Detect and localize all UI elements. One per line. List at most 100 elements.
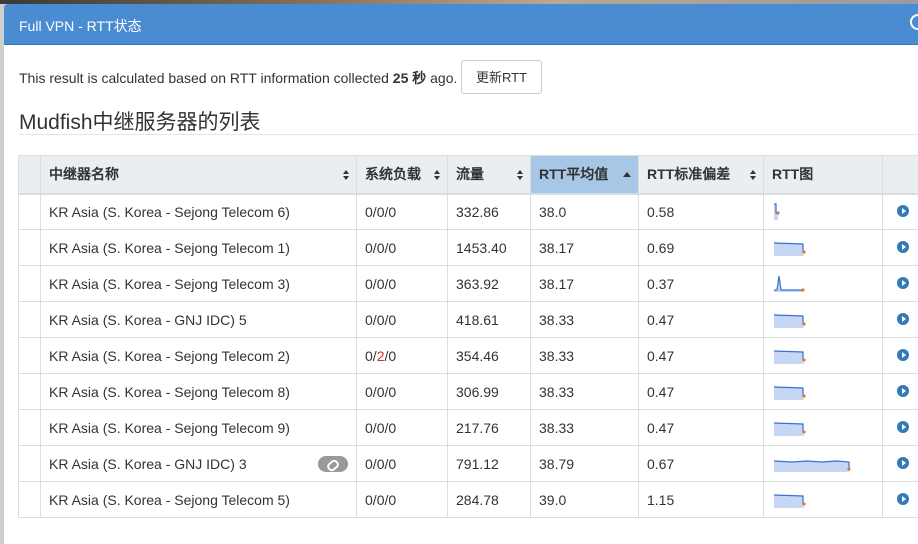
traffic-cell: 791.12 [448,446,531,482]
close-icon[interactable] [910,14,918,30]
load-1: 0 [365,276,373,292]
header-rtt-graph-label: RTT图 [772,166,813,182]
traffic-cell: 284.78 [448,482,531,518]
table-row: KR Asia (S. Korea - Sejong Telecom 1)0/0… [19,230,918,266]
table-row: KR Asia (S. Korea - Sejong Telecom 3)0/0… [19,266,918,302]
play-icon[interactable] [897,385,909,397]
load-1: 0 [365,456,373,472]
play-icon[interactable] [897,205,909,217]
load-2: 0 [377,492,385,508]
load-cell: 0/0/0 [357,410,448,446]
play-icon[interactable] [897,277,909,289]
load-1: 0 [365,348,373,364]
rtt-std-cell: 0.47 [639,302,764,338]
load-1: 0 [365,204,373,220]
load-3: 0 [388,456,396,472]
relay-name-cell: KR Asia (S. Korea - Sejong Telecom 1) [41,230,357,266]
header-traffic-label: 流量 [456,166,484,182]
relay-name-cell: KR Asia (S. Korea - GNJ IDC) 3 [41,446,357,482]
rtt-sparkline [772,237,874,259]
load-3: 0 [388,420,396,436]
header-name-label: 中继器名称 [49,166,119,182]
action-cell [883,266,918,302]
rtt-std-cell: 0.67 [639,446,764,482]
info-suffix: ago. [426,70,457,86]
relay-name-cell: KR Asia (S. Korea - Sejong Telecom 2) [41,338,357,374]
relay-name-cell: KR Asia (S. Korea - GNJ IDC) 5 [41,302,357,338]
relay-name-cell: KR Asia (S. Korea - Sejong Telecom 5) [41,482,357,518]
action-cell [883,230,918,266]
action-cell [883,194,918,230]
header-rtt-std[interactable]: RTT标准偏差 [639,156,764,194]
load-cell: 0/0/0 [357,266,448,302]
rtt-avg-cell: 39.0 [531,482,639,518]
dialog-title: Full VPN - RTT状态 [19,16,142,36]
play-icon[interactable] [897,241,909,253]
row-gutter [19,482,41,518]
traffic-cell: 306.99 [448,374,531,410]
load-2: 2 [377,348,385,364]
play-icon[interactable] [897,421,909,433]
table-header-row: 中继器名称 系统负载 流量 RTT平均值 RTT标准偏差 RTT图 [19,156,918,194]
sort-icon [750,170,756,180]
row-gutter [19,374,41,410]
rtt-sparkline [772,489,874,511]
dialog-header: Full VPN - RTT状态 [4,4,918,45]
load-2: 0 [377,276,385,292]
load-3: 0 [388,384,396,400]
row-gutter [19,230,41,266]
header-rtt-avg[interactable]: RTT平均值 [531,156,639,194]
load-2: 0 [377,456,385,472]
load-1: 0 [365,492,373,508]
header-name[interactable]: 中继器名称 [41,156,357,194]
play-icon[interactable] [897,313,909,325]
table-row: KR Asia (S. Korea - GNJ IDC) 30/0/0791.1… [19,446,918,482]
header-traffic[interactable]: 流量 [448,156,531,194]
relay-name: KR Asia (S. Korea - Sejong Telecom 1) [49,240,290,256]
header-actions [883,156,918,194]
rtt-sparkline [772,201,874,223]
load-cell: 0/0/0 [357,446,448,482]
rtt-graph-cell [764,338,883,374]
rtt-avg-cell: 38.17 [531,230,639,266]
traffic-cell: 332.86 [448,194,531,230]
table-row: KR Asia (S. Korea - Sejong Telecom 8)0/0… [19,374,918,410]
refresh-rtt-button[interactable]: 更新RTT [461,60,542,94]
rtt-graph-cell [764,374,883,410]
load-2: 0 [377,240,385,256]
table-row: KR Asia (S. Korea - GNJ IDC) 50/0/0418.6… [19,302,918,338]
load-cell: 0/2/0 [357,338,448,374]
row-gutter [19,266,41,302]
load-2: 0 [377,420,385,436]
action-cell [883,338,918,374]
rtt-graph-cell [764,194,883,230]
divider [19,134,918,135]
play-icon[interactable] [897,457,909,469]
header-load[interactable]: 系统负载 [357,156,448,194]
rtt-graph-cell [764,482,883,518]
table-row: KR Asia (S. Korea - Sejong Telecom 5)0/0… [19,482,918,518]
load-3: 0 [388,240,396,256]
sort-icon [517,170,523,180]
relay-name-cell: KR Asia (S. Korea - Sejong Telecom 8) [41,374,357,410]
rtt-avg-cell: 38.17 [531,266,639,302]
rtt-avg-cell: 38.33 [531,374,639,410]
play-icon[interactable] [897,349,909,361]
link-icon[interactable] [318,456,348,472]
load-3: 0 [388,312,396,328]
action-cell [883,446,918,482]
table-row: KR Asia (S. Korea - Sejong Telecom 6)0/0… [19,194,918,230]
header-rtt-avg-label: RTT平均值 [539,166,608,182]
rtt-graph-cell [764,266,883,302]
rtt-avg-cell: 38.33 [531,410,639,446]
rtt-sparkline [772,309,874,331]
sort-icon [343,170,349,180]
action-cell [883,374,918,410]
traffic-cell: 418.61 [448,302,531,338]
load-3: 0 [388,276,396,292]
play-icon[interactable] [897,493,909,505]
traffic-cell: 217.76 [448,410,531,446]
rtt-sparkline [772,273,874,295]
relay-name: KR Asia (S. Korea - Sejong Telecom 9) [49,420,290,436]
rtt-sparkline [772,453,874,475]
